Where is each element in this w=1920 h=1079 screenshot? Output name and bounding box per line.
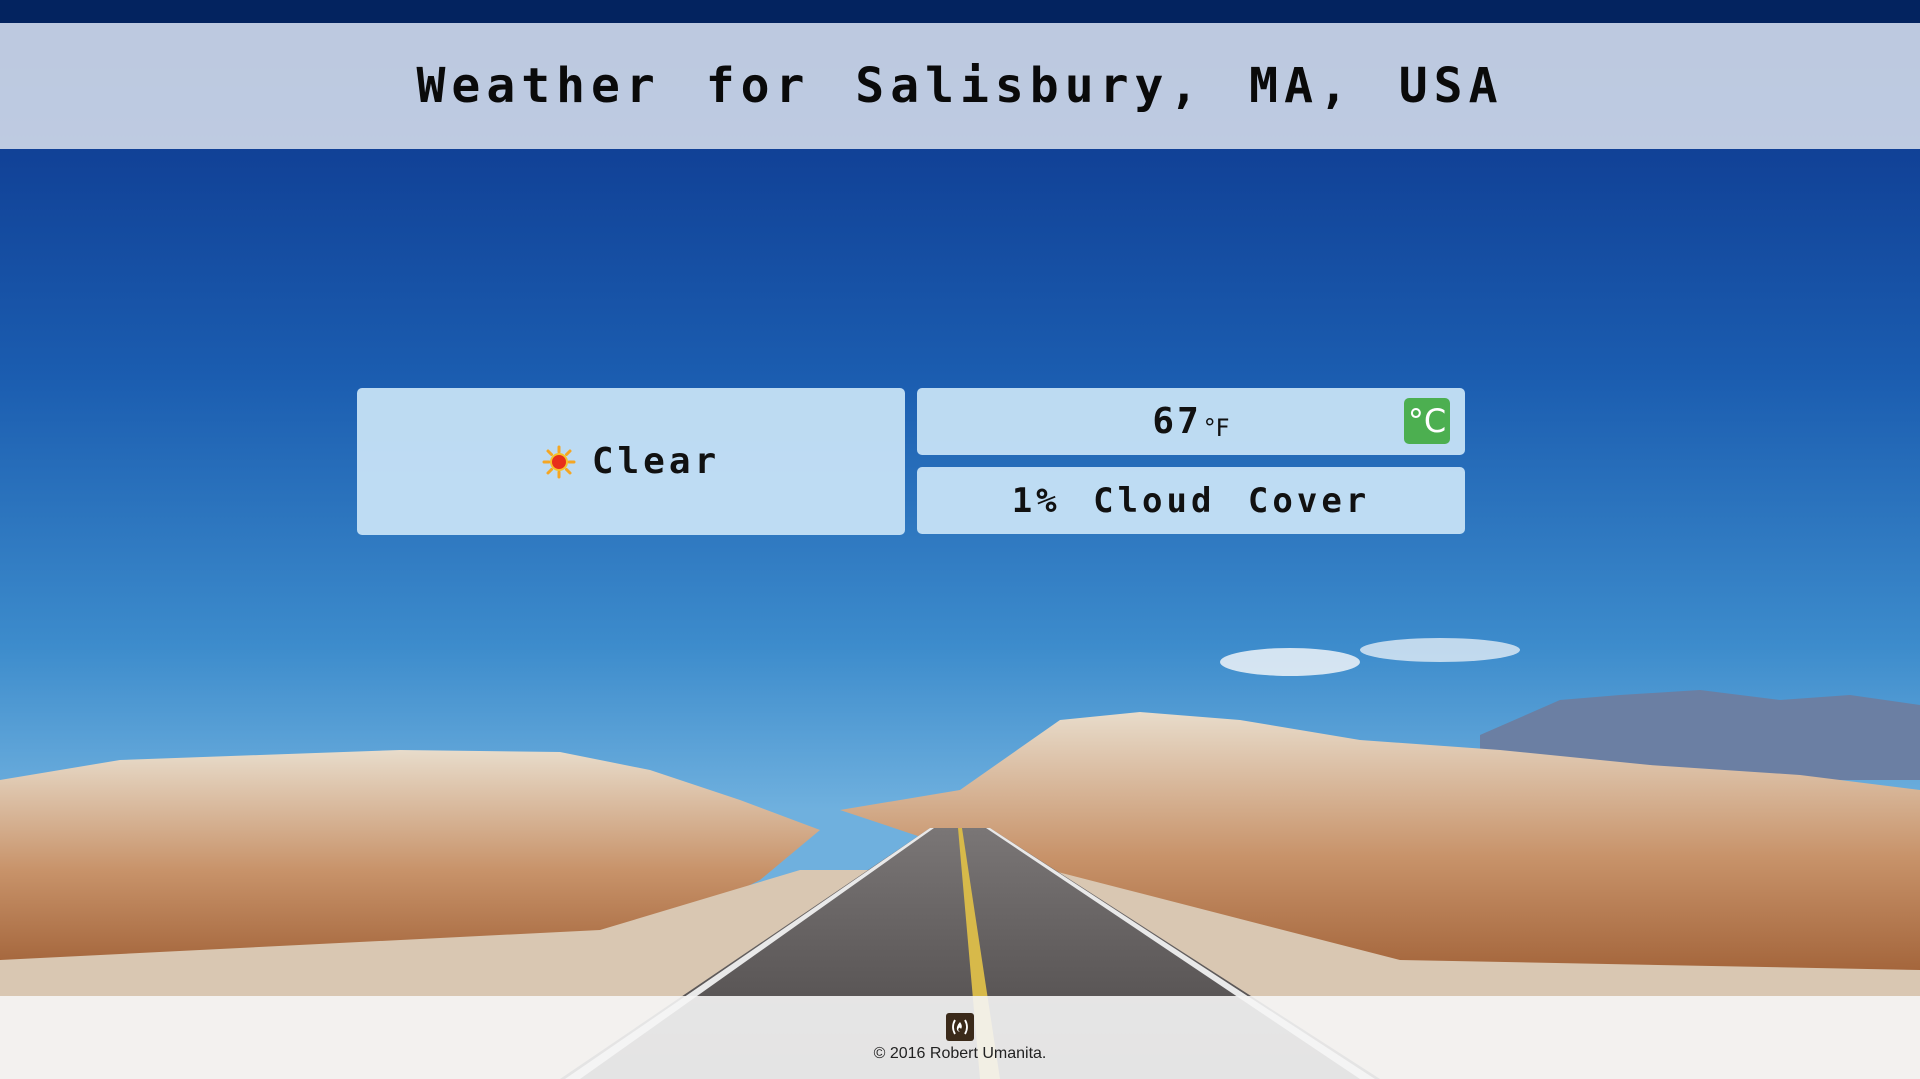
celsius-toggle-button[interactable]: °C [1404, 398, 1450, 444]
sun-icon [542, 445, 576, 479]
temperature-panel: 67 °F °C [917, 388, 1465, 455]
page-footer: © 2016 Robert Umanita. [0, 996, 1920, 1079]
freecodecamp-logo-icon[interactable] [946, 1012, 974, 1041]
copyright-text: © 2016 Robert Umanita. [873, 1044, 1047, 1062]
background-image [0, 0, 1920, 1079]
condition-panel: Clear [357, 388, 905, 535]
condition-label: Clear [591, 441, 721, 482]
cloud-cover-panel: 1% Cloud Cover [917, 467, 1465, 534]
cloud-cover-label: 1% Cloud Cover [1011, 480, 1371, 521]
temperature-value: 67 [1152, 401, 1202, 442]
temperature-unit: °F [1203, 413, 1230, 442]
page-title: Weather for Salisbury, MA, USA [416, 58, 1504, 114]
top-bar [0, 0, 1920, 23]
page-header: Weather for Salisbury, MA, USA [0, 23, 1920, 149]
